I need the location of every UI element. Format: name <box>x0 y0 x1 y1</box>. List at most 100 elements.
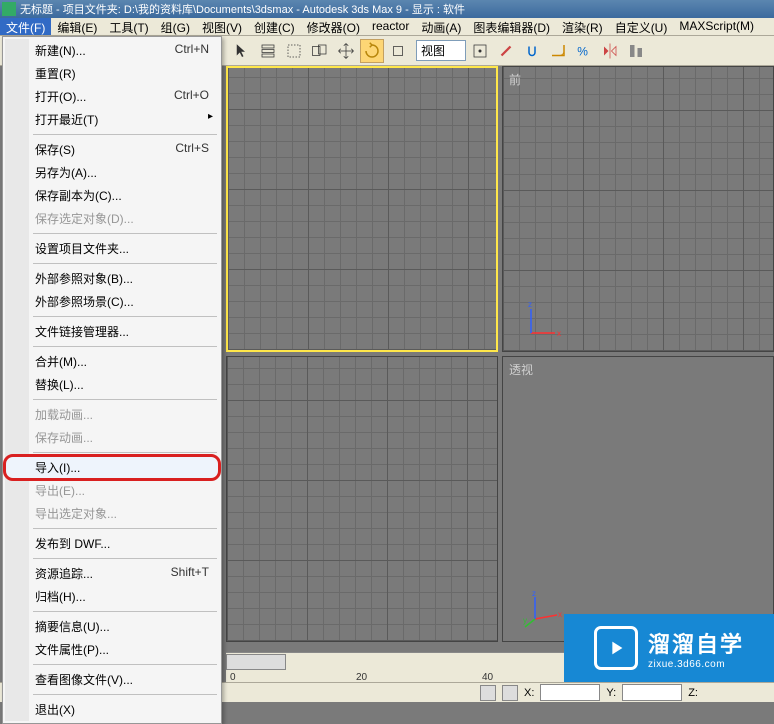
select-name-tool[interactable] <box>256 39 280 63</box>
menu-item-label: 保存选定对象(D)... <box>35 210 134 227</box>
menu-item[interactable]: 保存副本为(C)... <box>5 184 219 207</box>
y-coord-input[interactable] <box>622 684 682 701</box>
menu-item-label: 归档(H)... <box>35 588 86 605</box>
menu-item[interactable]: 外部参照场景(C)... <box>5 290 219 313</box>
menu-item[interactable]: 归档(H)... <box>5 585 219 608</box>
menu-item[interactable]: 退出(X) <box>5 698 219 721</box>
menu-shortcut: Shift+T <box>171 565 209 582</box>
viewport-top-right[interactable]: 前 x z <box>502 66 774 352</box>
menu-shortcut: Ctrl+N <box>175 42 209 59</box>
menu-separator <box>33 346 217 347</box>
viewport-label: 前 <box>509 71 521 88</box>
menu-item[interactable]: 文件链接管理器... <box>5 320 219 343</box>
menu-render[interactable]: 渲染(R) <box>556 18 609 35</box>
snap-tool[interactable] <box>520 39 544 63</box>
menu-item-label: 摘要信息(U)... <box>35 618 110 635</box>
z-label: Z: <box>688 687 698 699</box>
reference-coord-dropdown[interactable]: 视图 <box>416 40 466 61</box>
menu-graph-editors[interactable]: 图表编辑器(D) <box>467 18 556 35</box>
menu-separator <box>33 399 217 400</box>
menu-edit[interactable]: 编辑(E) <box>51 18 103 35</box>
percent-snap-tool[interactable]: % <box>572 39 596 63</box>
main-menubar: 文件(F) 编辑(E) 工具(T) 组(G) 视图(V) 创建(C) 修改器(O… <box>0 18 774 36</box>
rect-select-tool[interactable] <box>282 39 306 63</box>
menu-item-label: 文件属性(P)... <box>35 641 109 658</box>
align-tool[interactable] <box>624 39 648 63</box>
axis-gizmo-icon: x z y <box>523 591 563 631</box>
menu-item-label: 另存为(A)... <box>35 164 97 181</box>
viewport-container: 前 x z 透视 x z y <box>226 66 774 642</box>
menu-item[interactable]: 替换(L)... <box>5 373 219 396</box>
menu-item-label: 外部参照对象(B)... <box>35 270 133 287</box>
move-tool[interactable] <box>334 39 358 63</box>
menu-item-label: 加载动画... <box>35 406 93 423</box>
menu-customize[interactable]: 自定义(U) <box>609 18 674 35</box>
menu-separator <box>33 134 217 135</box>
menu-item[interactable]: 重置(R) <box>5 62 219 85</box>
menu-item-label: 外部参照场景(C)... <box>35 293 134 310</box>
menu-item[interactable]: 保存(S)Ctrl+S <box>5 138 219 161</box>
menu-item: 加载动画... <box>5 403 219 426</box>
title-text: 无标题 - 项目文件夹: D:\我的资料库\Documents\3dsmax -… <box>20 1 465 17</box>
angle-snap-tool[interactable] <box>546 39 570 63</box>
viewport-bottom-right[interactable]: 透视 x z y <box>502 356 774 642</box>
svg-text:z: z <box>532 591 536 598</box>
menu-shortcut: Ctrl+O <box>174 88 209 105</box>
menu-shortcut: Ctrl+S <box>175 141 209 158</box>
keymode-button[interactable] <box>502 685 518 701</box>
menu-item: 导出选定对象... <box>5 502 219 525</box>
menu-maxscript[interactable]: MAXScript(M) <box>673 18 760 35</box>
mirror-tool[interactable] <box>598 39 622 63</box>
lock-selection-button[interactable] <box>480 685 496 701</box>
menu-group[interactable]: 组(G) <box>155 18 196 35</box>
window-crossing-tool[interactable] <box>308 39 332 63</box>
menu-item[interactable]: 摘要信息(U)... <box>5 615 219 638</box>
x-label: X: <box>524 687 534 699</box>
menu-view[interactable]: 视图(V) <box>196 18 248 35</box>
menu-modifiers[interactable]: 修改器(O) <box>301 18 366 35</box>
menu-item[interactable]: 资源追踪... Shift+T <box>5 562 219 585</box>
menu-separator <box>33 452 217 453</box>
menu-file[interactable]: 文件(F) <box>0 18 51 35</box>
menu-item[interactable]: 合并(M)... <box>5 350 219 373</box>
viewport-bottom-left[interactable] <box>226 356 498 642</box>
menu-item[interactable]: 查看图像文件(V)... <box>5 668 219 691</box>
menu-separator <box>33 611 217 612</box>
menu-item[interactable]: 导入(I)... <box>3 454 221 481</box>
menu-item[interactable]: 新建(N)...Ctrl+N <box>5 39 219 62</box>
menu-separator <box>33 316 217 317</box>
menu-reactor[interactable]: reactor <box>366 18 415 35</box>
menu-tools[interactable]: 工具(T) <box>103 18 154 35</box>
file-menu-dropdown: 新建(N)...Ctrl+N 重置(R) 打开(O)... Ctrl+O 打开最近(T)… <box>2 36 222 724</box>
menu-item[interactable]: 打开(O)... Ctrl+O <box>5 85 219 108</box>
menu-item: 保存动画... <box>5 426 219 449</box>
menu-item[interactable]: 文件属性(P)... <box>5 638 219 661</box>
select-tool[interactable] <box>230 39 254 63</box>
menu-item[interactable]: 外部参照对象(B)... <box>5 267 219 290</box>
menu-animation[interactable]: 动画(A) <box>415 18 467 35</box>
menu-item-label: 重置(R) <box>35 65 76 82</box>
menu-item[interactable]: 打开最近(T) <box>5 108 219 131</box>
viewport-top-left[interactable] <box>226 66 498 352</box>
manipulate-tool[interactable] <box>494 39 518 63</box>
menu-item-label: 发布到 DWF... <box>35 535 110 552</box>
x-coord-input[interactable] <box>540 684 600 701</box>
rotate-tool[interactable] <box>360 39 384 63</box>
menu-item: 保存选定对象(D)... <box>5 207 219 230</box>
menu-item[interactable]: 另存为(A)... <box>5 161 219 184</box>
menu-item-label: 文件链接管理器... <box>35 323 129 340</box>
timeline-slider[interactable] <box>226 654 286 670</box>
menu-item-label: 资源追踪... <box>35 565 93 582</box>
menu-item-label: 合并(M)... <box>35 353 87 370</box>
watermark: 溜溜自学 zixue.3d66.com <box>564 614 774 682</box>
svg-text:y: y <box>523 616 527 625</box>
menu-item[interactable]: 发布到 DWF... <box>5 532 219 555</box>
menu-item[interactable]: 设置项目文件夹... <box>5 237 219 260</box>
menu-item: 导出(E)... <box>5 479 219 502</box>
app-icon <box>2 2 16 16</box>
pivot-tool[interactable] <box>468 39 492 63</box>
menu-item-label: 打开(O)... <box>35 88 86 105</box>
menu-create[interactable]: 创建(C) <box>248 18 301 35</box>
scale-tool[interactable] <box>386 39 410 63</box>
menu-separator <box>33 233 217 234</box>
